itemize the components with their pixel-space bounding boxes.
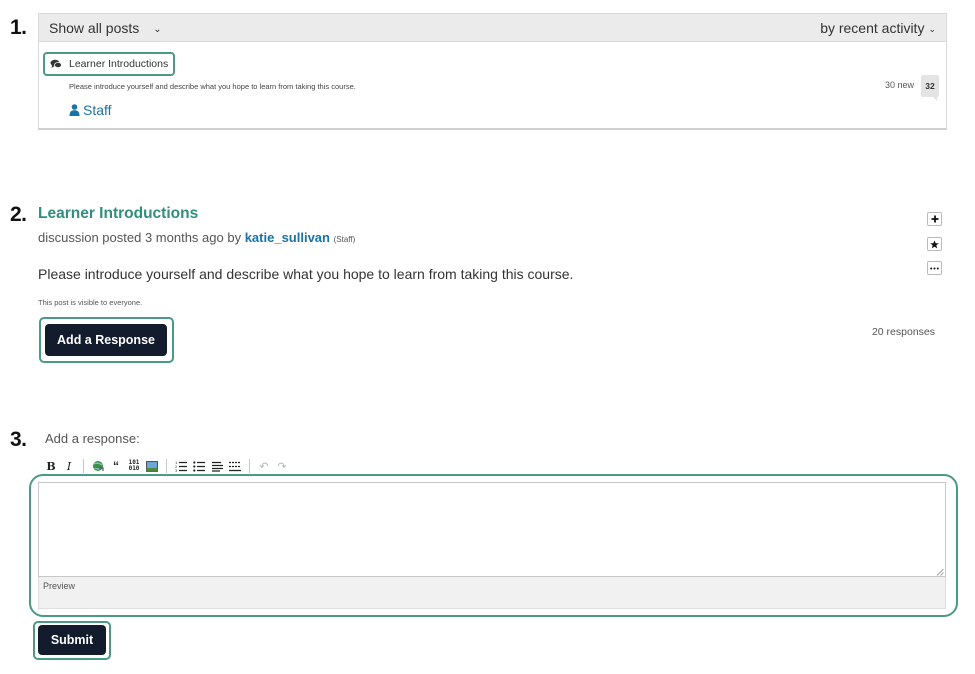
- italic-icon: I: [66, 459, 72, 473]
- response-textarea[interactable]: [38, 482, 946, 577]
- favorite-button[interactable]: [927, 237, 942, 251]
- plus-icon: [931, 215, 938, 223]
- filter-posts-label: Show all posts: [49, 20, 140, 36]
- undo-icon: ↶: [259, 460, 269, 473]
- post-author-link[interactable]: katie_sullivan: [245, 230, 330, 245]
- link-button[interactable]: [89, 458, 107, 474]
- numbered-list-icon: 123: [175, 461, 187, 472]
- redo-icon: ↷: [277, 460, 287, 473]
- horizontal-rule-icon: [229, 461, 241, 471]
- responses-count: 20 responses: [871, 326, 935, 338]
- star-icon: [930, 239, 939, 248]
- post-visibility-note: This post is visible to everyone.: [38, 298, 143, 307]
- comments-icon: [50, 59, 62, 68]
- thread-list-panel: Show all posts ⌄ by recent activity ⌄ Lear…: [38, 13, 947, 130]
- bulleted-list-button[interactable]: [190, 458, 208, 474]
- comment-count-badge: 32: [921, 75, 939, 101]
- redo-button[interactable]: ↷: [273, 458, 291, 474]
- bulleted-list-icon: [193, 460, 205, 472]
- add-response-label: Add a response:: [45, 431, 140, 446]
- heading-icon: [211, 461, 223, 472]
- thread-item-link[interactable]: Learner Introductions: [43, 52, 176, 76]
- toolbar-divider: [249, 459, 250, 473]
- link-icon: [93, 461, 104, 471]
- quote-icon: “: [113, 459, 119, 473]
- thread-item-author-name: Staff: [83, 102, 112, 118]
- step-number-1: 1.: [10, 16, 27, 39]
- image-icon: [146, 460, 158, 472]
- undo-button[interactable]: ↶: [255, 458, 273, 474]
- chevron-down-icon: ⌄: [928, 24, 936, 34]
- bold-icon: B: [46, 459, 56, 473]
- filter-posts-dropdown[interactable]: Show all posts ⌄: [49, 20, 162, 36]
- toolbar-divider: [166, 459, 167, 473]
- heading-button[interactable]: [208, 458, 226, 474]
- image-button[interactable]: [143, 458, 161, 474]
- chevron-down-icon: ⌄: [153, 24, 162, 35]
- post-body: Please introduce yourself and describe w…: [38, 266, 574, 282]
- italic-button[interactable]: I: [60, 458, 78, 474]
- bold-button[interactable]: B: [42, 458, 60, 474]
- resize-handle-icon[interactable]: [936, 568, 944, 576]
- more-icon: [930, 267, 939, 269]
- post-title: Learner Introductions: [38, 205, 199, 222]
- more-actions-button[interactable]: [927, 261, 942, 275]
- follow-button[interactable]: [927, 212, 942, 226]
- thread-list-header: Show all posts ⌄ by recent activity ⌄: [39, 14, 946, 42]
- response-preview: Preview: [38, 577, 946, 609]
- thread-item-preview: Please introduce yourself and describe w…: [69, 82, 356, 91]
- step-number-2: 2.: [10, 203, 27, 226]
- horizontal-rule-button[interactable]: [226, 458, 244, 474]
- post-meta: discussion posted 3 months ago by katie_…: [38, 230, 355, 245]
- new-posts-count: 30 new: [884, 80, 914, 90]
- code-icon: 101 010: [128, 459, 140, 472]
- submit-button[interactable]: Submit: [38, 625, 106, 655]
- quote-button[interactable]: “: [107, 458, 125, 474]
- sort-label: by recent activity: [820, 20, 925, 36]
- post-meta-prefix: discussion posted 3 months ago by: [38, 230, 242, 245]
- thread-item-author[interactable]: Staff: [69, 102, 112, 118]
- post-author-role: (Staff): [333, 235, 356, 244]
- svg-text:3: 3: [175, 469, 177, 472]
- step-number-3: 3.: [10, 428, 27, 451]
- numbered-list-button[interactable]: 123: [172, 458, 190, 474]
- sort-dropdown[interactable]: by recent activity ⌄: [820, 20, 936, 36]
- toolbar-divider: [83, 459, 84, 473]
- preview-label: Preview: [43, 581, 76, 591]
- editor-toolbar: B I “ 101 010 123 ↶ ↷: [42, 458, 291, 474]
- thread-item-title: Learner Introductions: [69, 58, 169, 70]
- add-response-button[interactable]: Add a Response: [45, 324, 167, 356]
- code-button[interactable]: 101 010: [125, 458, 143, 474]
- user-icon: [69, 104, 80, 116]
